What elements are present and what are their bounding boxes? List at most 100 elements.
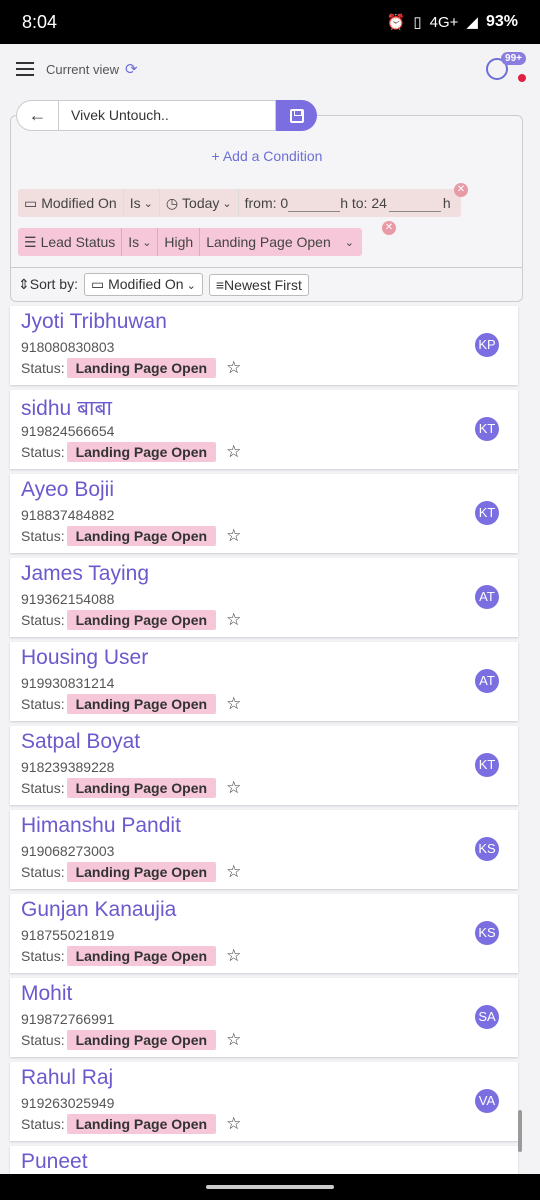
filter-chip-modified-on: ▭ Modified On Is ⌄ ◷ Today ⌄ from: 0 h to: 2… bbox=[18, 189, 461, 217]
home-gesture-handle[interactable] bbox=[206, 1185, 334, 1189]
remove-filter-icon[interactable]: ✕ bbox=[382, 221, 396, 235]
lead-status-row: Status: Landing Page Open ☆ bbox=[21, 862, 242, 882]
assignee-avatar: KT bbox=[475, 753, 499, 777]
status-badge: Landing Page Open bbox=[66, 1030, 217, 1050]
lead-name[interactable]: Satpal Boyat bbox=[21, 730, 140, 754]
star-icon[interactable]: ☆ bbox=[226, 694, 241, 714]
funnel-icon: ☰ bbox=[24, 233, 37, 250]
lead-name[interactable]: Himanshu Pandit bbox=[21, 814, 181, 838]
lead-name[interactable]: Housing User bbox=[21, 646, 148, 670]
star-icon[interactable]: ☆ bbox=[226, 358, 241, 378]
vibrate-icon: ▯ bbox=[413, 14, 422, 31]
sort-arrows-icon: ⇕ bbox=[18, 276, 30, 292]
lead-phone: 918080830803 bbox=[21, 339, 115, 355]
lead-phone: 919872766991 bbox=[21, 1011, 115, 1027]
lead-name[interactable]: Jyoti Tribhuwan bbox=[21, 310, 167, 334]
chevron-down-icon: ⌄ bbox=[183, 280, 196, 292]
lead-status-row: Status: Landing Page Open ☆ bbox=[21, 358, 242, 378]
filter-priority-select[interactable]: High bbox=[158, 228, 201, 256]
lead-phone: 918755021819 bbox=[21, 927, 115, 943]
refresh-icon[interactable]: ⟳ bbox=[125, 60, 138, 78]
lead-name[interactable]: James Taying bbox=[21, 562, 149, 586]
filter-value-select[interactable]: Landing Page Open ⌄ bbox=[200, 228, 362, 256]
filter-operator-select[interactable]: Is ⌄ bbox=[124, 189, 160, 217]
lead-status-row: Status: Landing Page Open ☆ bbox=[21, 1114, 242, 1134]
star-icon[interactable]: ☆ bbox=[226, 778, 241, 798]
view-bar: ← Vivek Untouch.. bbox=[16, 100, 317, 131]
lead-card[interactable]: Satpal Boyat 918239389228 Status: Landing… bbox=[10, 726, 518, 805]
star-icon[interactable]: ☆ bbox=[226, 946, 241, 966]
star-icon[interactable]: ☆ bbox=[226, 862, 241, 882]
lead-card[interactable]: sidhu बाबा 919824566654 Status: Landing P… bbox=[10, 390, 518, 469]
arrow-left-icon: ← bbox=[28, 105, 47, 125]
status-badge: Landing Page Open bbox=[66, 610, 217, 630]
lead-card[interactable]: James Taying 919362154088 Status: Landing… bbox=[10, 558, 518, 637]
assignee-avatar: KP bbox=[475, 333, 499, 357]
star-icon[interactable]: ☆ bbox=[226, 526, 241, 546]
lead-card[interactable]: Himanshu Pandit 919068273003 Status: Land… bbox=[10, 810, 518, 889]
lead-list: Jyoti Tribhuwan 918080830803 Status: Land… bbox=[10, 306, 518, 1181]
lead-card[interactable]: Ayeo Bojii 918837484882 Status: Landing P… bbox=[10, 474, 518, 553]
star-icon[interactable]: ☆ bbox=[226, 610, 241, 630]
lead-card[interactable]: Rahul Raj 919263025949 Status: Landing Pa… bbox=[10, 1062, 518, 1141]
sort-order-select[interactable]: ≡Newest First bbox=[208, 273, 309, 296]
alarm-icon: ⏰ bbox=[386, 14, 406, 31]
save-view-button[interactable] bbox=[276, 100, 317, 131]
calendar-icon: ▭ bbox=[24, 194, 38, 211]
star-icon[interactable]: ☆ bbox=[226, 1114, 241, 1134]
filter-range: from: 0 h to: 24 h bbox=[239, 189, 461, 217]
lead-name[interactable]: Ayeo Bojii bbox=[21, 478, 114, 502]
battery-level: 93% bbox=[485, 13, 518, 30]
assignee-avatar: KT bbox=[475, 417, 499, 441]
from-input-underline[interactable] bbox=[288, 194, 341, 212]
status-badge: Landing Page Open bbox=[66, 946, 217, 966]
hamburger-menu-icon[interactable] bbox=[16, 62, 34, 76]
lead-name[interactable]: Gunjan Kanaujia bbox=[21, 898, 176, 922]
lead-card[interactable]: Jyoti Tribhuwan 918080830803 Status: Land… bbox=[10, 306, 518, 385]
lead-phone: 919362154088 bbox=[21, 591, 115, 607]
chevron-down-icon: ⌄ bbox=[142, 236, 152, 249]
lead-status-row: Status: Landing Page Open ☆ bbox=[21, 442, 242, 462]
status-badge: Landing Page Open bbox=[66, 526, 217, 546]
save-icon bbox=[289, 108, 304, 123]
lead-card[interactable]: Gunjan Kanaujia 918755021819 Status: Land… bbox=[10, 894, 518, 973]
lead-phone: 919068273003 bbox=[21, 843, 115, 859]
lead-card[interactable]: Mohit 919872766991 Status: Landing Page O… bbox=[10, 978, 518, 1057]
filter-field-select[interactable]: ☰ Lead Status bbox=[18, 228, 123, 256]
lead-name[interactable]: Mohit bbox=[21, 982, 72, 1006]
filter-value-select[interactable]: ◷ Today ⌄ bbox=[160, 189, 239, 217]
to-input-underline[interactable] bbox=[388, 194, 441, 212]
assignee-avatar: AT bbox=[475, 585, 499, 609]
status-badge: Landing Page Open bbox=[66, 694, 217, 714]
system-nav-bar bbox=[0, 1174, 540, 1200]
notifications-button[interactable]: 99+ bbox=[486, 52, 526, 86]
view-name-field[interactable]: Vivek Untouch.. bbox=[58, 100, 276, 131]
assignee-avatar: AT bbox=[475, 669, 499, 693]
lead-name[interactable]: sidhu बाबा bbox=[21, 394, 112, 422]
filter-operator-select[interactable]: Is ⌄ bbox=[122, 228, 159, 256]
star-icon[interactable]: ☆ bbox=[226, 442, 241, 462]
status-badge: Landing Page Open bbox=[66, 358, 217, 378]
remove-filter-icon[interactable]: ✕ bbox=[454, 183, 468, 197]
filter-field-select[interactable]: ▭ Modified On bbox=[18, 189, 124, 217]
lead-card[interactable]: Puneet bbox=[10, 1146, 518, 1176]
lead-name[interactable]: Puneet bbox=[21, 1150, 88, 1174]
notification-dot bbox=[518, 74, 526, 82]
lead-status-row: Status: Landing Page Open ☆ bbox=[21, 1030, 242, 1050]
add-condition-link[interactable]: + Add a Condition bbox=[0, 148, 534, 164]
lead-status-row: Status: Landing Page Open ☆ bbox=[21, 694, 242, 714]
back-button[interactable]: ← bbox=[16, 100, 58, 131]
clock-time: 8:04 bbox=[22, 11, 58, 32]
lead-name[interactable]: Rahul Raj bbox=[21, 1066, 113, 1090]
app-header: Current view ⟳ 99+ bbox=[0, 44, 540, 94]
lead-card[interactable]: Housing User 919930831214 Status: Landing… bbox=[10, 642, 518, 721]
star-icon[interactable]: ☆ bbox=[226, 1030, 241, 1050]
divider bbox=[11, 267, 522, 268]
scrollbar-thumb[interactable] bbox=[518, 1110, 522, 1152]
from-input[interactable]: from: 0 bbox=[245, 195, 289, 211]
sort-field-select[interactable]: ▭ Modified On ⌄ bbox=[83, 273, 203, 296]
chevron-down-icon: ⌄ bbox=[143, 197, 153, 210]
to-input[interactable]: h to: 24 bbox=[340, 195, 387, 211]
signal-icon: ◢ bbox=[466, 14, 478, 31]
lead-status-row: Status: Landing Page Open ☆ bbox=[21, 778, 242, 798]
